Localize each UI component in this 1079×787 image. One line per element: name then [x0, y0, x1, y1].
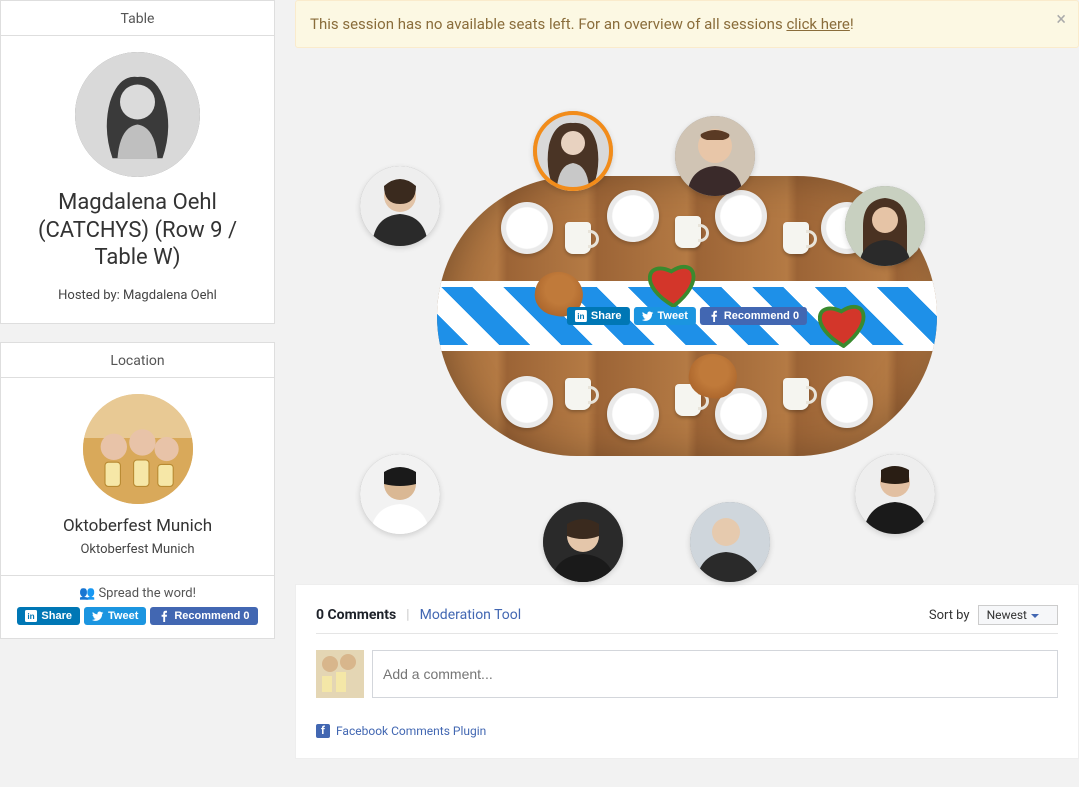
location-subtitle: Oktoberfest Munich	[13, 542, 262, 557]
seat-bottom-left[interactable]	[360, 454, 440, 534]
facebook-comments-plugin-link[interactable]: f Facebook Comments Plugin	[316, 724, 486, 738]
beer-mug-icon	[675, 216, 701, 248]
center-share-twitter-button[interactable]: Tweet	[634, 307, 696, 325]
center-share-facebook-button[interactable]: Recommend 0	[700, 307, 807, 325]
center-share-row: in Share Tweet Recommend 0	[567, 307, 807, 325]
host-name: Magdalena Oehl (CATCHYS) (Row 9 / Table …	[13, 189, 262, 272]
twitter-icon	[642, 310, 654, 322]
beer-mug-icon	[783, 378, 809, 410]
seat-top-center[interactable]	[533, 111, 613, 191]
plate-icon	[607, 388, 659, 440]
center-share-linkedin-button[interactable]: in Share	[567, 307, 630, 325]
location-card-header: Location	[1, 343, 274, 378]
seat-bottom-rcenter[interactable]	[690, 502, 770, 582]
location-card: Location Oktoberfest Munich Oktob	[0, 342, 275, 639]
seat-bottom-right[interactable]	[855, 454, 935, 534]
table-card-header: Table	[1, 1, 274, 36]
users-icon: 👥	[79, 586, 95, 601]
plate-icon	[501, 376, 553, 428]
separator: |	[406, 607, 409, 623]
table-layout: in Share Tweet Recommend 0	[295, 66, 1079, 566]
alert-text-after: !	[850, 15, 854, 33]
seat-top-left[interactable]	[360, 166, 440, 246]
svg-text:in: in	[28, 612, 35, 621]
sort-select[interactable]: Newest	[978, 605, 1058, 625]
seat-right[interactable]	[845, 186, 925, 266]
plate-icon	[607, 190, 659, 242]
comment-input[interactable]	[372, 650, 1058, 698]
spread-label: 👥 Spread the word!	[11, 586, 264, 601]
beer-mug-icon	[565, 378, 591, 410]
comments-count: 0 Comments	[316, 607, 396, 623]
twitter-icon	[92, 610, 104, 622]
seat-bottom-lcenter[interactable]	[543, 502, 623, 582]
gingerbread-heart-icon	[811, 294, 872, 350]
svg-text:in: in	[577, 312, 584, 321]
plate-icon	[821, 376, 873, 428]
beer-mug-icon	[783, 222, 809, 254]
location-title: Oktoberfest Munich	[13, 516, 262, 536]
alert-text: This session has no available seats left…	[310, 15, 786, 33]
share-facebook-button[interactable]: Recommend 0	[150, 607, 257, 625]
host-avatar[interactable]	[75, 52, 200, 177]
comments-card: 0 Comments | Moderation Tool Sort by New…	[295, 584, 1079, 759]
no-seats-alert: This session has no available seats left…	[295, 0, 1079, 48]
share-linkedin-button[interactable]: in Share	[17, 607, 80, 625]
plate-icon	[501, 202, 553, 254]
linkedin-icon: in	[575, 310, 587, 322]
location-image[interactable]	[83, 394, 193, 504]
alert-link[interactable]: click here	[786, 15, 849, 33]
close-icon[interactable]: ×	[1056, 11, 1066, 29]
facebook-icon	[158, 610, 170, 622]
moderation-tool-link[interactable]: Moderation Tool	[420, 607, 522, 623]
chevron-down-icon	[1031, 614, 1039, 618]
beer-mug-icon	[565, 222, 591, 254]
sort-label: Sort by	[929, 608, 970, 623]
share-twitter-button[interactable]: Tweet	[84, 607, 146, 625]
table-card: Table Magdalena Oehl (CATCHYS) (Row 9 / …	[0, 0, 275, 324]
gingerbread-heart-icon	[641, 254, 702, 310]
plate-icon	[715, 190, 767, 242]
hosted-by: Hosted by: Magdalena Oehl	[13, 288, 262, 303]
facebook-icon	[708, 310, 720, 322]
seat-top-right[interactable]	[675, 116, 755, 196]
linkedin-icon: in	[25, 610, 37, 622]
commenter-avatar	[316, 650, 364, 698]
facebook-icon: f	[316, 724, 330, 738]
